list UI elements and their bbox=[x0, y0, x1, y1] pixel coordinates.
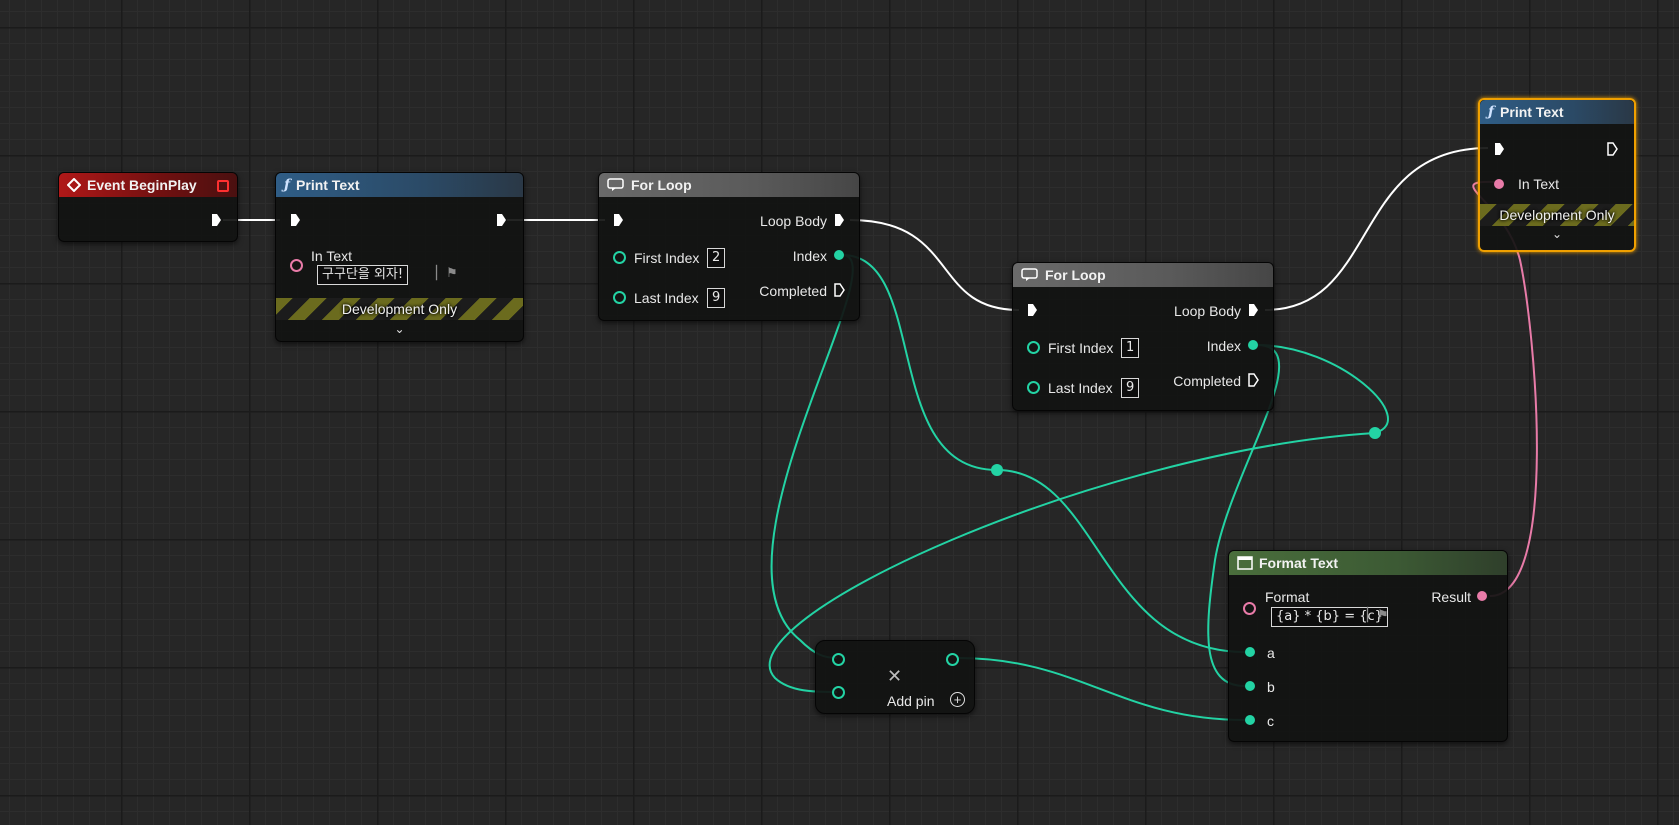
node-title: For Loop bbox=[631, 177, 692, 193]
result-label: Result bbox=[1431, 589, 1471, 605]
delegate-pin[interactable] bbox=[217, 180, 229, 192]
function-f-icon: ƒ bbox=[1488, 104, 1495, 120]
arg-b-label: b bbox=[1267, 679, 1275, 695]
format-pin[interactable] bbox=[1243, 602, 1256, 615]
completed-label: Completed bbox=[759, 283, 827, 299]
exec-wire-forloop2-to-print2 bbox=[1264, 147, 1489, 311]
event-beginplay-node[interactable]: Event BeginPlay bbox=[58, 172, 238, 242]
format-label: Format bbox=[1265, 589, 1310, 605]
wire-index2-to-reroute2 bbox=[1256, 344, 1389, 434]
node-header: Format Text bbox=[1229, 551, 1507, 575]
result-pin[interactable] bbox=[1477, 591, 1487, 601]
remove-pin-icon[interactable]: ✕ bbox=[887, 667, 902, 685]
node-title: For Loop bbox=[1045, 267, 1106, 283]
first-index-pin[interactable] bbox=[613, 251, 626, 264]
first-index-label: First Index bbox=[1048, 340, 1114, 356]
in-text-input[interactable]: 구구단을 외자! bbox=[317, 265, 409, 285]
plus-circle-icon[interactable]: + bbox=[950, 692, 965, 707]
wire-index1-to-reroute bbox=[841, 254, 998, 471]
first-index-input[interactable]: 1 bbox=[1121, 338, 1140, 358]
index-label: Index bbox=[792, 248, 827, 264]
loop-macro-icon bbox=[607, 178, 625, 192]
node-header: ƒ Print Text bbox=[1480, 100, 1634, 124]
loop-body-pin[interactable] bbox=[1248, 303, 1259, 317]
arg-a-label: a bbox=[1267, 645, 1275, 661]
last-index-pin[interactable] bbox=[613, 291, 626, 304]
completed-pin[interactable] bbox=[834, 283, 845, 297]
arg-a-pin[interactable] bbox=[1245, 647, 1255, 657]
in-text-pin[interactable] bbox=[290, 259, 303, 272]
node-title: Event BeginPlay bbox=[87, 177, 197, 193]
loop-body-label: Loop Body bbox=[760, 213, 827, 229]
index-pin[interactable] bbox=[834, 250, 844, 260]
exec-out-pin[interactable] bbox=[211, 213, 222, 227]
node-title: Print Text bbox=[296, 177, 360, 193]
multiply-output-pin[interactable] bbox=[946, 653, 959, 666]
exec-wire-forloop1-to-forloop2 bbox=[849, 219, 1020, 311]
last-index-label: Last Index bbox=[1048, 380, 1113, 396]
last-index-label: Last Index bbox=[634, 290, 699, 306]
reroute-node[interactable] bbox=[991, 464, 1003, 476]
flag-icon[interactable]: ▏⚑ bbox=[1367, 607, 1389, 623]
chevron-down-icon[interactable]: ⌄ bbox=[1552, 227, 1562, 241]
node-header: Event BeginPlay bbox=[59, 173, 237, 197]
arg-c-label: c bbox=[1267, 713, 1274, 729]
for-loop-node[interactable]: For Loop First Index 1 Last Index 9 Loop… bbox=[1012, 262, 1274, 411]
node-title: Format Text bbox=[1259, 555, 1339, 571]
exec-out-pin[interactable] bbox=[496, 213, 507, 227]
node-title: Print Text bbox=[1500, 104, 1564, 120]
development-only-bar: Development Only bbox=[1480, 204, 1634, 226]
first-index-input[interactable]: 2 bbox=[707, 248, 726, 268]
function-f-icon: ƒ bbox=[284, 177, 291, 193]
arg-c-pin[interactable] bbox=[1245, 715, 1255, 725]
completed-label: Completed bbox=[1173, 373, 1241, 389]
in-text-pin[interactable] bbox=[1494, 179, 1504, 189]
chevron-down-icon[interactable]: ⌄ bbox=[394, 322, 404, 336]
completed-pin[interactable] bbox=[1248, 373, 1259, 387]
node-header: ƒ Print Text bbox=[276, 173, 523, 197]
wire-reroute-to-format-a bbox=[996, 469, 1246, 653]
exec-in-pin[interactable] bbox=[613, 213, 624, 227]
multiply-input-b-pin[interactable] bbox=[832, 686, 845, 699]
exec-out-pin[interactable] bbox=[1607, 142, 1618, 156]
wire-multiply-to-format-c bbox=[957, 657, 1246, 721]
last-index-pin[interactable] bbox=[1027, 381, 1040, 394]
index-label: Index bbox=[1206, 338, 1241, 354]
add-pin-label[interactable]: Add pin bbox=[887, 693, 934, 709]
exec-in-pin[interactable] bbox=[1494, 142, 1505, 156]
exec-in-pin[interactable] bbox=[290, 213, 301, 227]
development-only-bar: Development Only bbox=[276, 298, 523, 320]
node-header: For Loop bbox=[1013, 263, 1273, 287]
reroute-node[interactable] bbox=[1369, 427, 1381, 439]
index-pin[interactable] bbox=[1248, 340, 1258, 350]
print-text-node[interactable]: ƒ Print Text In Text Development Only ⌄ bbox=[1478, 98, 1636, 252]
in-text-label: In Text bbox=[311, 248, 352, 264]
format-text-node[interactable]: Format Text Format {a} * {b} = {c} ▏⚑ Re… bbox=[1228, 550, 1508, 742]
format-text-icon bbox=[1237, 556, 1253, 570]
last-index-input[interactable]: 9 bbox=[1121, 378, 1140, 398]
flag-icon[interactable]: ▏⚑ bbox=[436, 265, 458, 281]
loop-body-pin[interactable] bbox=[834, 213, 845, 227]
multiply-input-a-pin[interactable] bbox=[832, 653, 845, 666]
in-text-label: In Text bbox=[1518, 176, 1559, 192]
multiply-node[interactable]: ✕ Add pin + bbox=[815, 640, 975, 714]
for-loop-node[interactable]: For Loop First Index 2 Last Index 9 Loop… bbox=[598, 172, 860, 321]
first-index-pin[interactable] bbox=[1027, 341, 1040, 354]
loop-body-label: Loop Body bbox=[1174, 303, 1241, 319]
event-diamond-icon bbox=[67, 178, 81, 192]
loop-macro-icon bbox=[1021, 268, 1039, 282]
print-text-node[interactable]: ƒ Print Text In Text 구구단을 외자! ▏⚑ Develop… bbox=[275, 172, 524, 342]
exec-in-pin[interactable] bbox=[1027, 303, 1038, 317]
node-header: For Loop bbox=[599, 173, 859, 197]
first-index-label: First Index bbox=[634, 250, 700, 266]
arg-b-pin[interactable] bbox=[1245, 681, 1255, 691]
last-index-input[interactable]: 9 bbox=[707, 288, 726, 308]
